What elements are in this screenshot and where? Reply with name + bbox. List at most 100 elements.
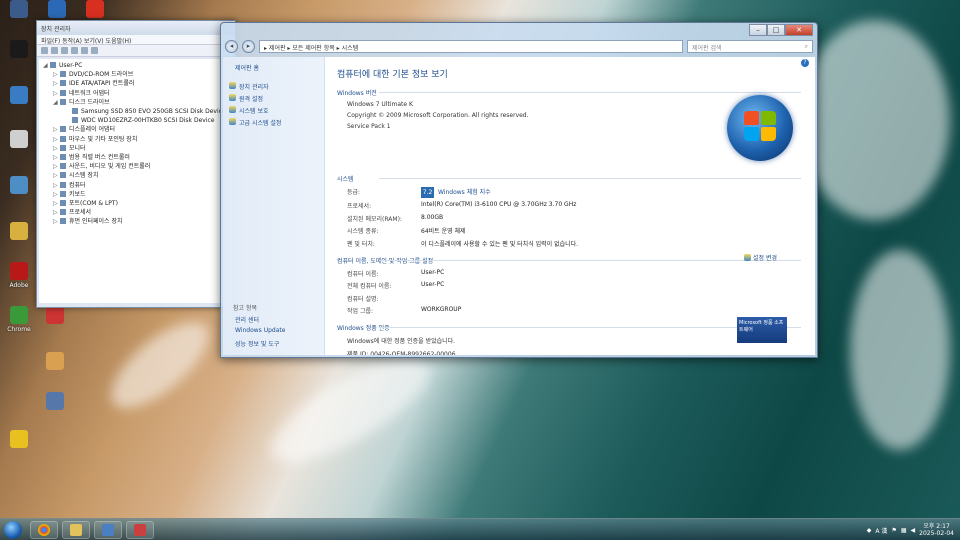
minimize-button[interactable]: – (749, 24, 767, 36)
experience-index-link[interactable]: Windows 체험 지수 (438, 189, 491, 196)
tree-node-label: 모니터 (69, 144, 86, 152)
product-id: 제품 ID: 00426-OEM-8992662-00006 (347, 351, 456, 355)
tree-node[interactable]: ▷ IDE ATA/ATAPI 컨트롤러 (43, 79, 229, 88)
ime-indicator[interactable]: A 漢 (875, 526, 887, 535)
device-icon (60, 154, 66, 161)
app-icon (48, 0, 66, 18)
expand-icon[interactable]: ▷ (53, 208, 60, 217)
desktop-icon[interactable] (2, 86, 36, 106)
shield-icon[interactable]: ◆ (867, 527, 872, 534)
expand-icon[interactable]: ▷ (53, 135, 60, 144)
tree-node[interactable]: ▷ 컴퓨터 (43, 181, 229, 190)
tree-node[interactable]: ▷ 네트워크 어댑터 (43, 89, 229, 98)
tree-node[interactable]: ▷ 사운드, 비디오 및 게임 컨트롤러 (43, 162, 229, 171)
tree-node[interactable]: ◢ User-PC (43, 61, 229, 70)
tree-node[interactable]: ▷ 디스플레이 어댑터 (43, 125, 229, 134)
start-button[interactable] (4, 521, 22, 539)
tree-node[interactable]: ▷ 프로세서 (43, 208, 229, 217)
pen-label: 펜 및 터치: (347, 240, 375, 248)
expand-icon[interactable]: ▷ (53, 162, 60, 171)
desktop-icon[interactable] (2, 430, 36, 450)
tree-node[interactable]: ▷ 키보드 (43, 190, 229, 199)
expand-icon[interactable]: ▷ (53, 125, 60, 134)
help-icon[interactable]: ? (801, 59, 809, 67)
scan-icon[interactable] (91, 47, 98, 54)
tree-node[interactable]: ▷ 휴먼 인터페이스 장치 (43, 217, 229, 226)
control-panel-home-link[interactable]: 제어판 홈 (229, 63, 318, 72)
tree-node[interactable]: ▷ DVD/CD-ROM 드라이브 (43, 70, 229, 79)
desktop-icon[interactable] (2, 176, 36, 196)
taskbar-system[interactable] (94, 521, 122, 539)
tree-node[interactable]: ◢ 디스크 드라이브 (43, 98, 229, 107)
expand-icon[interactable]: ◢ (43, 61, 50, 70)
desktop-icon[interactable] (2, 130, 36, 150)
performance-tools-link[interactable]: 성능 정보 및 도구 (235, 339, 279, 348)
change-settings-link[interactable]: 설정 변경 (744, 253, 777, 262)
tree-node[interactable]: ▷ 모니터 (43, 144, 229, 153)
expand-icon[interactable]: ▷ (53, 89, 60, 98)
taskbar-chrome[interactable] (30, 521, 58, 539)
device-manager-link[interactable]: 장치 관리자 (229, 82, 318, 91)
help-icon[interactable] (81, 47, 88, 54)
expand-icon[interactable]: ▷ (53, 153, 60, 162)
desktop-icon[interactable]: Chrome (2, 306, 36, 333)
volume-icon[interactable]: ◀ (911, 527, 916, 534)
system-section: 시스템 (337, 174, 805, 183)
expand-icon[interactable]: ▷ (53, 144, 60, 153)
tree-node[interactable]: ▷ 마우스 및 기타 포인팅 장치 (43, 135, 229, 144)
system-protection-link[interactable]: 시스템 보호 (229, 106, 318, 115)
desktop-icon[interactable] (2, 0, 36, 20)
desktop-icon[interactable] (40, 0, 74, 20)
tree-node-label: DVD/CD-ROM 드라이브 (69, 71, 134, 79)
expand-icon[interactable]: ▷ (53, 70, 60, 79)
close-button[interactable]: ✕ (785, 24, 813, 36)
back-icon[interactable] (41, 47, 48, 54)
device-icon (60, 71, 66, 78)
expand-icon[interactable]: ▷ (53, 181, 60, 190)
tree-node[interactable]: WDC WD10EZRZ-00HTKB0 SCSI Disk Device (43, 116, 229, 125)
taskbar-explorer[interactable] (62, 521, 90, 539)
maximize-button[interactable]: □ (767, 24, 785, 36)
expand-icon[interactable]: ▷ (53, 171, 60, 180)
pen-value: 이 디스플레이에 사용할 수 있는 펜 및 터치식 입력이 없습니다. (421, 240, 579, 248)
tree-node[interactable]: Samsung SSD 850 EVO 250GB SCSI Disk Devi… (43, 107, 229, 116)
menu-bar[interactable]: 파일(F) 동작(A) 보기(V) 도움말(H) (37, 35, 235, 45)
windows-logo-icon (727, 95, 793, 161)
expand-icon[interactable]: ◢ (53, 98, 60, 107)
network-icon[interactable]: ▦ (901, 527, 907, 534)
forward-icon[interactable] (51, 47, 58, 54)
flag-icon[interactable]: ⚑ (891, 527, 896, 534)
tree-node[interactable]: ▷ 범용 직렬 버스 컨트롤러 (43, 153, 229, 162)
settings-link-label: 설정 변경 (753, 255, 777, 262)
desktop-icon[interactable] (2, 222, 36, 242)
desc-label: 컴퓨터 설명: (347, 295, 379, 303)
expand-icon[interactable]: ▷ (53, 79, 60, 88)
back-button[interactable]: ◂ (225, 39, 238, 53)
desktop-icon[interactable] (38, 306, 72, 326)
windows-update-link[interactable]: Windows Update (235, 327, 285, 334)
forward-button[interactable]: ▸ (242, 39, 255, 53)
expand-icon[interactable]: ▷ (53, 199, 60, 208)
tree-node-label: Samsung SSD 850 EVO 250GB SCSI Disk Devi… (81, 108, 226, 116)
address-bar[interactable]: ▸ 제어판 ▸ 모든 제어판 항목 ▸ 시스템 (259, 39, 683, 53)
clock[interactable]: 오후 2:17 2025-02-04 (919, 523, 954, 537)
advanced-settings-link[interactable]: 고급 시스템 설정 (229, 118, 318, 127)
desktop-icon[interactable] (38, 352, 72, 372)
desktop-icon[interactable] (78, 0, 112, 20)
rating-badge: 7.2 (421, 186, 434, 198)
desktop-icon[interactable] (2, 40, 36, 60)
action-center-link[interactable]: 관리 센터 (235, 315, 259, 324)
remote-settings-link[interactable]: 원격 설정 (229, 94, 318, 103)
expand-icon[interactable]: ▷ (53, 217, 60, 226)
device-manager-titlebar[interactable]: 장치 관리자 (37, 21, 235, 35)
tree-node[interactable]: ▷ 포트(COM & LPT) (43, 199, 229, 208)
refresh-icon[interactable] (71, 47, 78, 54)
desktop-icon[interactable]: Adobe (2, 262, 36, 289)
taskbar-device-manager[interactable] (126, 521, 154, 539)
properties-icon[interactable] (61, 47, 68, 54)
fullname-label: 전체 컴퓨터 이름: (347, 283, 392, 291)
desktop-icon[interactable] (38, 392, 72, 412)
search-input[interactable]: 제어판 검색 ⌕ (687, 39, 813, 53)
tree-node[interactable]: ▷ 시스템 장치 (43, 171, 229, 180)
expand-icon[interactable]: ▷ (53, 190, 60, 199)
